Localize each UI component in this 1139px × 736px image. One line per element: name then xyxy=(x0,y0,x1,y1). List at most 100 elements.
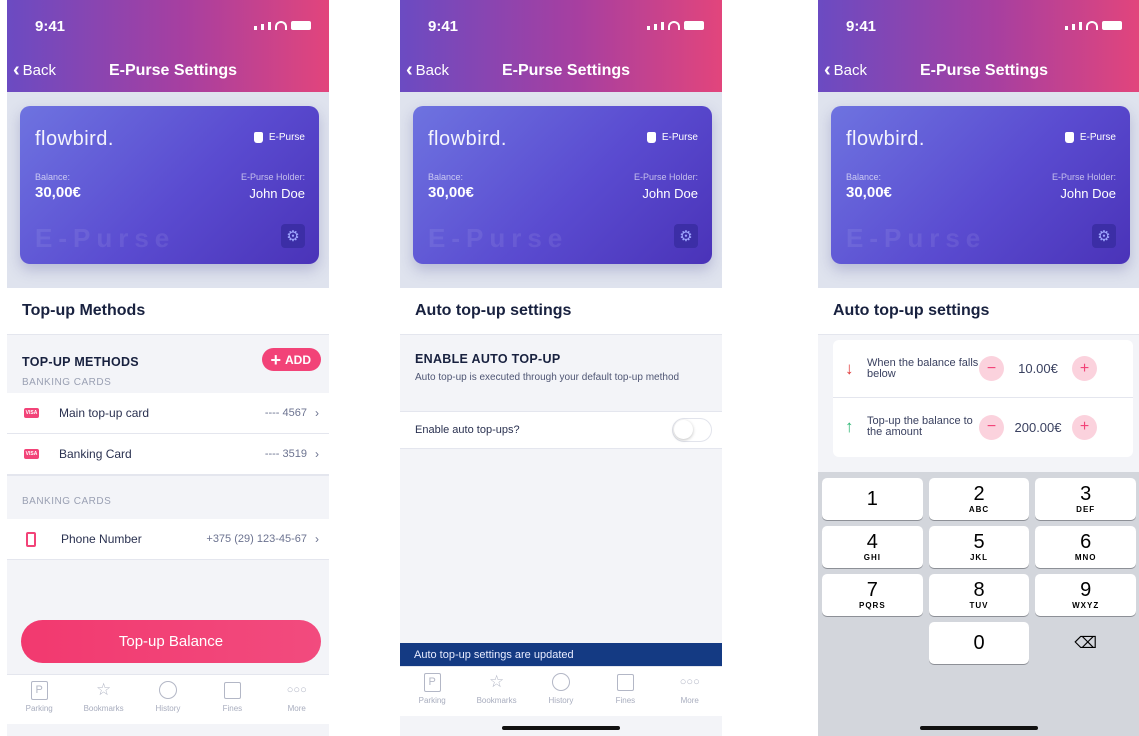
battery-icon xyxy=(684,21,704,30)
card-area: flowbird. E-Purse Balance: 30,00€ E-Purs… xyxy=(818,92,1139,288)
card-brand: flowbird. xyxy=(35,128,114,150)
tab-more[interactable]: ○○○ More xyxy=(662,672,717,716)
card-watermark: E-Purse xyxy=(846,223,987,253)
status-icons xyxy=(647,21,704,30)
chevron-right-icon: › xyxy=(315,406,319,420)
page-title: E-Purse Settings xyxy=(501,62,631,79)
signal-icon xyxy=(1065,26,1068,30)
gear-icon[interactable]: ⚙ xyxy=(281,224,305,248)
tab-parking[interactable]: P Parking xyxy=(405,672,460,716)
card-type-label: E-Purse xyxy=(268,132,305,143)
phone-icon xyxy=(26,531,36,547)
toggle-description: Auto top-up is executed through your def… xyxy=(415,372,680,383)
group-subtitle: BANKING CARDS xyxy=(22,377,112,388)
card-type: E-Purse xyxy=(646,132,698,143)
numeric-keyboard: 1 2 ABC 3 DEF 4 GHI 5 JKL 6 MNO 7 PQRS 8 TUV 9W… xyxy=(818,472,1139,736)
backspace-icon: ⌫ xyxy=(1074,635,1097,652)
e-purse-card: flowbird. E-Purse Balance: 30,00€ E-Purs… xyxy=(20,106,319,264)
star-icon: ☆ xyxy=(95,680,112,699)
holder-value: John Doe xyxy=(1060,186,1116,201)
card-type: E-Purse xyxy=(253,132,305,143)
stepper-box: ↓ When the balance falls below − 10.00€ … xyxy=(833,340,1133,457)
signal-icon xyxy=(254,26,257,30)
chevron-right-icon: › xyxy=(315,447,319,461)
tab-label: History xyxy=(548,696,574,705)
key-4[interactable]: 4 GHI xyxy=(822,526,923,568)
stepper-label: Top-up the balance to the amount xyxy=(867,415,973,438)
stepper-label: When the balance falls below xyxy=(867,356,979,380)
tab-label: Parking xyxy=(418,696,446,705)
backspace-key[interactable]: ⌫ xyxy=(1035,622,1136,664)
tab-history[interactable]: History xyxy=(140,680,195,724)
visa-icon: VISA xyxy=(24,449,39,459)
holder-value: John Doe xyxy=(249,186,305,201)
key-8[interactable]: 8 TUV xyxy=(928,574,1030,616)
amount-row: ↑ Top-up the balance to the amount − 200… xyxy=(833,398,1133,456)
clock-icon xyxy=(551,673,570,691)
list-item-card[interactable]: VISA Banking Card ---- 3519 › xyxy=(7,434,329,475)
fines-icon xyxy=(616,673,634,691)
parking-icon: P xyxy=(423,672,441,692)
key-7[interactable]: 7 PQRS xyxy=(822,574,923,616)
add-label: ADD xyxy=(285,352,311,367)
screen-auto-top-up: 9:41 ‹ Back E-Purse Settings flowbird. E… xyxy=(400,0,722,736)
balance-value: 30,00€ xyxy=(428,184,474,201)
card-watermark: E-Purse xyxy=(35,223,176,253)
signal-icon xyxy=(661,22,664,30)
status-time: 9:41 xyxy=(35,18,66,35)
purse-icon xyxy=(646,132,656,143)
gear-icon[interactable]: ⚙ xyxy=(674,224,698,248)
purse-icon xyxy=(253,132,263,143)
tab-parking[interactable]: P Parking xyxy=(12,680,67,724)
parking-icon: P xyxy=(30,680,48,700)
screen-auto-top-up-amounts: 9:41 ‹ Back E-Purse Settings flowbird. E… xyxy=(818,0,1139,736)
amount-value[interactable]: 200.00€ xyxy=(1004,420,1072,435)
add-button[interactable]: + ADD xyxy=(262,348,321,371)
tab-label: Parking xyxy=(25,704,53,713)
signal-icon xyxy=(1072,24,1075,30)
threshold-row: ↓ When the balance falls below − 10.00€ … xyxy=(833,340,1133,398)
status-time: 9:41 xyxy=(846,18,877,35)
card-area: flowbird. E-Purse Balance: 30,00€ E-Purs… xyxy=(7,92,329,288)
status-time: 9:41 xyxy=(428,18,459,35)
header: 9:41 ‹ Back E-Purse Settings xyxy=(400,0,722,92)
gear-icon[interactable]: ⚙ xyxy=(1092,224,1116,248)
key-2[interactable]: 2 ABC xyxy=(928,478,1030,520)
toggle-title: ENABLE AUTO TOP-UP xyxy=(415,352,561,366)
increment-button[interactable]: + xyxy=(1072,414,1097,440)
increment-button[interactable]: + xyxy=(1072,356,1097,381)
decrement-button[interactable]: − xyxy=(979,356,1004,381)
tab-fines[interactable]: Fines xyxy=(205,680,260,724)
key-6[interactable]: 6 MNO xyxy=(1035,526,1137,568)
section-title: Auto top-up settings xyxy=(818,288,1139,335)
signal-icon xyxy=(261,24,264,30)
status-icons xyxy=(1065,21,1122,30)
threshold-value[interactable]: 10.00€ xyxy=(1004,361,1072,376)
more-icon: ○○○ xyxy=(286,684,307,696)
key-1[interactable]: 1 xyxy=(822,478,923,520)
status-icons xyxy=(254,21,311,30)
top-up-balance-button[interactable]: Top-up Balance xyxy=(21,620,321,663)
auto-top-up-toggle[interactable] xyxy=(672,418,712,442)
list-item-phone[interactable]: Phone Number +375 (29) 123-45-67 › xyxy=(7,519,329,560)
key-5[interactable]: 5 JKL xyxy=(928,526,1030,568)
row-value: ---- 3519 xyxy=(264,448,307,460)
home-indicator xyxy=(502,726,620,730)
key-0[interactable]: 0 xyxy=(928,622,1030,664)
tab-more[interactable]: ○○○ More xyxy=(269,680,324,724)
toast-message: Auto top-up settings are updated xyxy=(400,643,722,666)
key-3[interactable]: 3 DEF xyxy=(1035,478,1137,520)
tab-history[interactable]: History xyxy=(533,672,588,716)
row-value: +375 (29) 123-45-67 xyxy=(206,533,307,545)
tab-bar: P Parking ☆ Bookmarks History Fines ○○○ Mor… xyxy=(7,674,329,724)
list-item-card[interactable]: VISA Main top-up card ---- 4567 › xyxy=(7,393,329,434)
balance-label: Balance: xyxy=(35,172,71,182)
tab-fines[interactable]: Fines xyxy=(598,672,653,716)
tab-label: Fines xyxy=(615,696,636,705)
e-purse-card: flowbird. E-Purse Balance: 30,00€ E-Purs… xyxy=(413,106,712,264)
decrement-button[interactable]: − xyxy=(979,414,1004,440)
tab-bookmarks[interactable]: ☆ Bookmarks xyxy=(76,680,131,724)
key-9[interactable]: 9 WXYZ xyxy=(1035,574,1137,616)
arrow-up-icon: ↑ xyxy=(845,417,854,436)
tab-bookmarks[interactable]: ☆ Bookmarks xyxy=(469,672,524,716)
